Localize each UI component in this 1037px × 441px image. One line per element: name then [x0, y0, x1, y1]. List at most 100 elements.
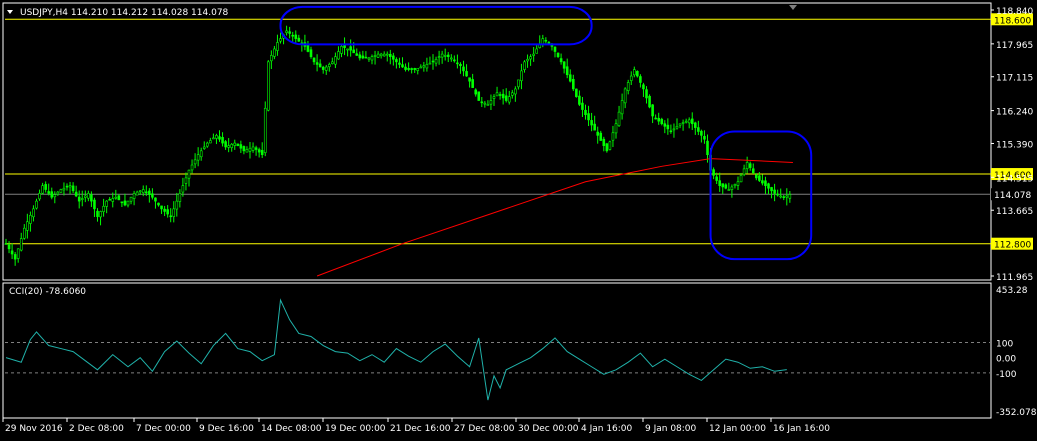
candle-body — [422, 65, 426, 68]
candle-body — [349, 46, 352, 51]
candle-body — [7, 244, 11, 250]
candle-body — [611, 132, 615, 141]
candle-body — [742, 168, 746, 175]
candle-body — [199, 150, 203, 158]
candle-body — [227, 145, 230, 148]
candle-body — [568, 74, 572, 82]
candle-body — [498, 94, 502, 96]
candle-body — [10, 250, 14, 255]
candle-body — [642, 84, 645, 90]
candle-body — [157, 202, 160, 206]
time-tick-label: 9 Jan 08:00 — [645, 424, 697, 434]
candle-body — [602, 138, 606, 146]
candle-body — [129, 196, 133, 202]
time-tick-label: 19 Dec 00:00 — [325, 424, 386, 434]
candle-body — [620, 100, 624, 115]
candle-body — [285, 30, 288, 33]
candle-body — [123, 200, 127, 206]
candle-body — [154, 197, 157, 202]
candle-body — [727, 189, 731, 191]
candle-body — [712, 169, 715, 176]
candle-body — [754, 174, 758, 179]
candle-body — [117, 195, 121, 201]
candle-body — [151, 193, 154, 198]
candle-body — [361, 55, 365, 59]
candle-body — [407, 67, 410, 70]
candle-body — [751, 168, 755, 174]
candle-body — [392, 55, 395, 60]
candle-body — [266, 61, 270, 111]
candle-body — [605, 143, 609, 152]
candle-body — [19, 238, 23, 251]
candle-body — [748, 163, 752, 168]
candle-body — [440, 53, 444, 58]
candle-body — [632, 69, 636, 76]
candle-body — [623, 88, 627, 104]
candle-body — [334, 56, 337, 65]
candle-body — [29, 215, 32, 224]
candle-body — [50, 191, 54, 198]
candle-body — [477, 91, 481, 101]
candle-body — [453, 59, 456, 62]
candle-body — [120, 201, 124, 204]
candle-body — [218, 136, 221, 140]
candle-body — [35, 200, 38, 209]
time-tick-label: 9 Dec 16:00 — [199, 424, 254, 434]
candle-body — [562, 61, 566, 69]
candle-body — [593, 123, 596, 131]
time-tick-label: 14 Dec 08:00 — [261, 424, 322, 434]
candle — [266, 60, 270, 112]
candle-body — [141, 189, 145, 193]
candle-body — [59, 189, 63, 193]
cci-tick-label: -100 — [996, 370, 1017, 380]
candle-body — [346, 48, 349, 51]
candle-body — [230, 144, 233, 148]
candle — [59, 188, 63, 193]
price-tick-label: 115.390 — [996, 140, 1033, 150]
candle-body — [84, 195, 87, 198]
candle-body — [416, 67, 420, 71]
candle-body — [215, 135, 218, 139]
candle-body — [462, 66, 465, 72]
candle-body — [202, 146, 206, 149]
candle-body — [358, 54, 362, 59]
candle-body — [401, 64, 404, 68]
candle-body — [544, 39, 548, 42]
candle-body — [331, 61, 334, 64]
candle-body — [785, 195, 789, 198]
candle-body — [38, 193, 41, 200]
candle-body — [535, 48, 539, 54]
time-tick-label: 27 Dec 08:00 — [454, 424, 515, 434]
candle-body — [437, 56, 441, 58]
candle-body — [248, 147, 252, 152]
candle-body — [651, 104, 654, 117]
candle-body — [629, 75, 633, 81]
candle-body — [77, 196, 81, 202]
cci-indicator-label: CCI(20) -78.6060 — [9, 287, 86, 297]
candle-body — [550, 45, 554, 47]
candle-body — [367, 57, 371, 60]
candle-body — [276, 42, 279, 51]
candle-body — [172, 208, 176, 217]
candle-body — [395, 59, 398, 63]
candle-body — [687, 119, 691, 124]
candle-body — [431, 60, 435, 63]
candle-body — [571, 78, 575, 90]
candle-body — [343, 45, 346, 48]
candle-body — [297, 37, 301, 42]
candle-body — [776, 193, 779, 196]
candle-body — [730, 186, 734, 190]
candle-body — [352, 49, 356, 54]
candle-body — [510, 92, 514, 96]
price-tick-label: 114.515 — [996, 174, 1033, 184]
candle-body — [44, 184, 47, 190]
candle-body — [425, 64, 429, 69]
candle-body — [340, 46, 343, 54]
candle-body — [587, 113, 590, 121]
chart-background — [0, 0, 1037, 441]
candle-body — [413, 68, 417, 70]
candle-body — [626, 82, 630, 91]
candle-body — [788, 194, 792, 199]
candle-body — [187, 169, 191, 179]
candle — [608, 140, 612, 151]
